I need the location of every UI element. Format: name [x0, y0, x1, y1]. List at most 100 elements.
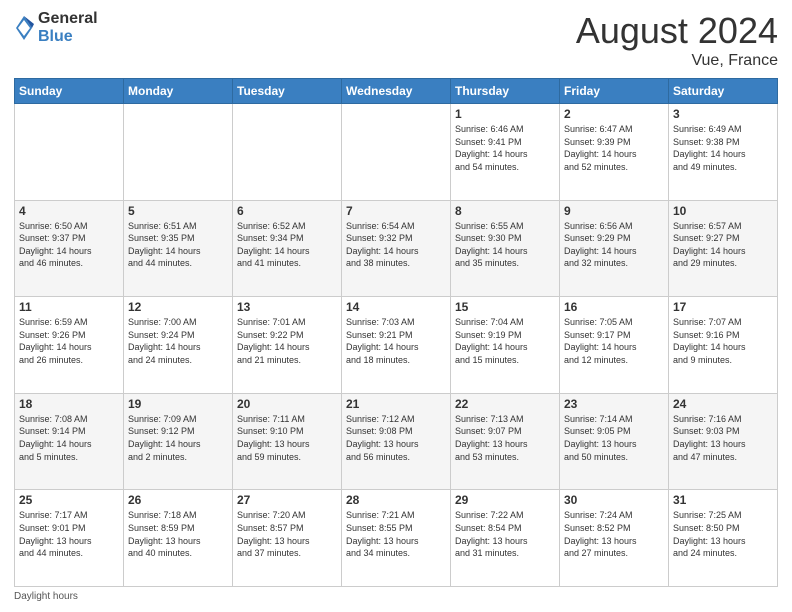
day-number: 15	[455, 300, 555, 314]
day-info: Sunrise: 7:25 AM Sunset: 8:50 PM Dayligh…	[673, 509, 773, 559]
calendar-week-1: 1 Sunrise: 6:46 AM Sunset: 9:41 PM Daylig…	[15, 104, 778, 201]
day-info: Sunrise: 6:51 AM Sunset: 9:35 PM Dayligh…	[128, 220, 228, 270]
day-info: Sunrise: 7:11 AM Sunset: 9:10 PM Dayligh…	[237, 413, 337, 463]
day-info: Sunrise: 6:50 AM Sunset: 9:37 PM Dayligh…	[19, 220, 119, 270]
calendar-cell: 31 Sunrise: 7:25 AM Sunset: 8:50 PM Dayli…	[669, 490, 778, 587]
day-number: 19	[128, 397, 228, 411]
day-number: 3	[673, 107, 773, 121]
calendar-cell: 17 Sunrise: 7:07 AM Sunset: 9:16 PM Dayli…	[669, 297, 778, 394]
calendar-cell: 6 Sunrise: 6:52 AM Sunset: 9:34 PM Daylig…	[233, 200, 342, 297]
day-number: 25	[19, 493, 119, 507]
day-info: Sunrise: 7:00 AM Sunset: 9:24 PM Dayligh…	[128, 316, 228, 366]
calendar-cell: 27 Sunrise: 7:20 AM Sunset: 8:57 PM Dayli…	[233, 490, 342, 587]
calendar-cell: 19 Sunrise: 7:09 AM Sunset: 9:12 PM Dayli…	[124, 393, 233, 490]
calendar-week-2: 4 Sunrise: 6:50 AM Sunset: 9:37 PM Daylig…	[15, 200, 778, 297]
day-number: 18	[19, 397, 119, 411]
day-info: Sunrise: 7:01 AM Sunset: 9:22 PM Dayligh…	[237, 316, 337, 366]
day-info: Sunrise: 6:54 AM Sunset: 9:32 PM Dayligh…	[346, 220, 446, 270]
day-info: Sunrise: 6:56 AM Sunset: 9:29 PM Dayligh…	[564, 220, 664, 270]
day-info: Sunrise: 6:47 AM Sunset: 9:39 PM Dayligh…	[564, 123, 664, 173]
logo-general: General	[38, 10, 98, 28]
day-info: Sunrise: 7:07 AM Sunset: 9:16 PM Dayligh…	[673, 316, 773, 366]
day-number: 1	[455, 107, 555, 121]
day-number: 2	[564, 107, 664, 121]
day-number: 28	[346, 493, 446, 507]
location-label: Vue, France	[576, 52, 778, 70]
calendar-cell: 10 Sunrise: 6:57 AM Sunset: 9:27 PM Dayli…	[669, 200, 778, 297]
day-info: Sunrise: 7:08 AM Sunset: 9:14 PM Dayligh…	[19, 413, 119, 463]
day-header-wednesday: Wednesday	[342, 79, 451, 104]
day-header-saturday: Saturday	[669, 79, 778, 104]
calendar-cell: 5Sunrise: 6:51 AM Sunset: 9:35 PM Daylig…	[124, 200, 233, 297]
day-header-sunday: Sunday	[15, 79, 124, 104]
calendar-cell: 20Sunrise: 7:11 AM Sunset: 9:10 PM Dayli…	[233, 393, 342, 490]
calendar-cell: 11 Sunrise: 6:59 AM Sunset: 9:26 PM Dayli…	[15, 297, 124, 394]
logo-icon	[14, 14, 34, 42]
calendar-cell: 15 Sunrise: 7:04 AM Sunset: 9:19 PM Dayli…	[451, 297, 560, 394]
day-number: 21	[346, 397, 446, 411]
calendar-cell: 28Sunrise: 7:21 AM Sunset: 8:55 PM Dayli…	[342, 490, 451, 587]
calendar-cell	[124, 104, 233, 201]
calendar-cell: 30Sunrise: 7:24 AM Sunset: 8:52 PM Dayli…	[560, 490, 669, 587]
day-number: 10	[673, 204, 773, 218]
day-number: 9	[564, 204, 664, 218]
calendar-week-5: 25 Sunrise: 7:17 AM Sunset: 9:01 PM Dayli…	[15, 490, 778, 587]
day-header-monday: Monday	[124, 79, 233, 104]
calendar-cell: 29 Sunrise: 7:22 AM Sunset: 8:54 PM Dayli…	[451, 490, 560, 587]
daylight-label: Daylight hours	[14, 591, 78, 602]
day-number: 31	[673, 493, 773, 507]
calendar-cell: 14Sunrise: 7:03 AM Sunset: 9:21 PM Dayli…	[342, 297, 451, 394]
day-info: Sunrise: 6:55 AM Sunset: 9:30 PM Dayligh…	[455, 220, 555, 270]
day-number: 11	[19, 300, 119, 314]
day-info: Sunrise: 7:12 AM Sunset: 9:08 PM Dayligh…	[346, 413, 446, 463]
day-info: Sunrise: 6:59 AM Sunset: 9:26 PM Dayligh…	[19, 316, 119, 366]
logo-blue: Blue	[38, 28, 98, 46]
calendar-cell: 25 Sunrise: 7:17 AM Sunset: 9:01 PM Dayli…	[15, 490, 124, 587]
day-number: 22	[455, 397, 555, 411]
calendar-cell: 21 Sunrise: 7:12 AM Sunset: 9:08 PM Dayli…	[342, 393, 451, 490]
day-info: Sunrise: 7:04 AM Sunset: 9:19 PM Dayligh…	[455, 316, 555, 366]
calendar-cell: 12 Sunrise: 7:00 AM Sunset: 9:24 PM Dayli…	[124, 297, 233, 394]
calendar-cell: 22Sunrise: 7:13 AM Sunset: 9:07 PM Dayli…	[451, 393, 560, 490]
calendar-header-row: SundayMondayTuesdayWednesdayThursdayFrid…	[15, 79, 778, 104]
day-number: 6	[237, 204, 337, 218]
calendar-cell	[233, 104, 342, 201]
day-number: 4	[19, 204, 119, 218]
calendar-cell: 24 Sunrise: 7:16 AM Sunset: 9:03 PM Dayli…	[669, 393, 778, 490]
day-number: 27	[237, 493, 337, 507]
day-number: 30	[564, 493, 664, 507]
day-header-friday: Friday	[560, 79, 669, 104]
calendar-cell	[342, 104, 451, 201]
day-info: Sunrise: 6:52 AM Sunset: 9:34 PM Dayligh…	[237, 220, 337, 270]
day-number: 12	[128, 300, 228, 314]
calendar-cell: 7 Sunrise: 6:54 AM Sunset: 9:32 PM Daylig…	[342, 200, 451, 297]
day-number: 23	[564, 397, 664, 411]
day-info: Sunrise: 6:46 AM Sunset: 9:41 PM Dayligh…	[455, 123, 555, 173]
calendar-cell: 4 Sunrise: 6:50 AM Sunset: 9:37 PM Daylig…	[15, 200, 124, 297]
calendar-cell: 13 Sunrise: 7:01 AM Sunset: 9:22 PM Dayli…	[233, 297, 342, 394]
month-year-title: August 2024	[576, 10, 778, 52]
day-info: Sunrise: 7:16 AM Sunset: 9:03 PM Dayligh…	[673, 413, 773, 463]
day-number: 7	[346, 204, 446, 218]
title-block: August 2024 Vue, France	[576, 10, 778, 70]
calendar-cell: 8 Sunrise: 6:55 AM Sunset: 9:30 PM Daylig…	[451, 200, 560, 297]
day-info: Sunrise: 7:14 AM Sunset: 9:05 PM Dayligh…	[564, 413, 664, 463]
calendar-cell: 9 Sunrise: 6:56 AM Sunset: 9:29 PM Daylig…	[560, 200, 669, 297]
calendar-table: SundayMondayTuesdayWednesdayThursdayFrid…	[14, 78, 778, 587]
day-info: Sunrise: 7:20 AM Sunset: 8:57 PM Dayligh…	[237, 509, 337, 559]
calendar-cell: 1 Sunrise: 6:46 AM Sunset: 9:41 PM Daylig…	[451, 104, 560, 201]
day-header-thursday: Thursday	[451, 79, 560, 104]
day-number: 14	[346, 300, 446, 314]
day-number: 13	[237, 300, 337, 314]
calendar-cell: 16Sunrise: 7:05 AM Sunset: 9:17 PM Dayli…	[560, 297, 669, 394]
calendar-week-4: 18 Sunrise: 7:08 AM Sunset: 9:14 PM Dayli…	[15, 393, 778, 490]
day-number: 17	[673, 300, 773, 314]
day-number: 8	[455, 204, 555, 218]
day-number: 29	[455, 493, 555, 507]
day-info: Sunrise: 7:17 AM Sunset: 9:01 PM Dayligh…	[19, 509, 119, 559]
day-info: Sunrise: 6:57 AM Sunset: 9:27 PM Dayligh…	[673, 220, 773, 270]
day-info: Sunrise: 7:09 AM Sunset: 9:12 PM Dayligh…	[128, 413, 228, 463]
day-number: 24	[673, 397, 773, 411]
calendar-cell: 3Sunrise: 6:49 AM Sunset: 9:38 PM Daylig…	[669, 104, 778, 201]
day-info: Sunrise: 7:22 AM Sunset: 8:54 PM Dayligh…	[455, 509, 555, 559]
